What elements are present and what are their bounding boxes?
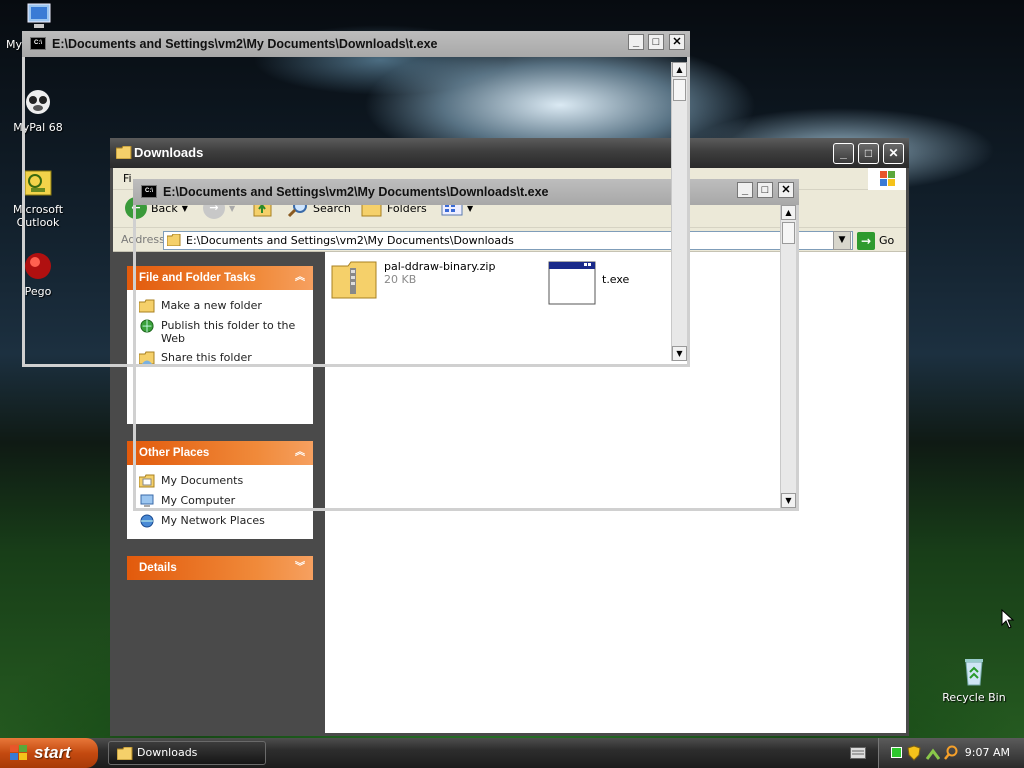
security-shield-icon[interactable]	[907, 745, 921, 761]
taskbar-item-downloads[interactable]: Downloads	[108, 741, 266, 765]
windows-logo-icon	[868, 168, 906, 190]
recycle-bin-icon	[965, 659, 983, 686]
console-title-bar[interactable]: C:\ E:\Documents and Settings\vm2\My Doc…	[22, 31, 690, 57]
close-button[interactable]: ✕	[778, 182, 794, 198]
vertical-scrollbar[interactable]: ▲ ▼	[780, 205, 796, 508]
vertical-scrollbar[interactable]: ▲ ▼	[671, 62, 687, 361]
maximize-button[interactable]: □	[858, 143, 879, 164]
console-window-1: C:\ E:\Documents and Settings\vm2\My Doc…	[22, 31, 690, 367]
desktop-icon-label: Recycle Bin	[942, 691, 1006, 704]
folder-icon	[117, 747, 133, 760]
start-button[interactable]: start	[0, 738, 98, 768]
go-arrow-icon: →	[857, 231, 875, 250]
close-button[interactable]: ✕	[669, 34, 685, 50]
go-label: Go	[879, 234, 895, 247]
scroll-up-button[interactable]: ▲	[672, 62, 687, 77]
safely-remove-icon[interactable]	[925, 745, 941, 761]
place-my-network-places[interactable]: My Network Places	[127, 511, 313, 531]
details-header[interactable]: Details ︾	[127, 556, 313, 580]
scroll-up-button[interactable]: ▲	[781, 205, 796, 220]
console-title: E:\Documents and Settings\vm2\My Documen…	[52, 37, 438, 51]
mouse-cursor-icon	[1001, 609, 1015, 629]
go-button[interactable]: → Go	[857, 231, 894, 250]
minimize-button[interactable]: _	[833, 143, 854, 164]
system-tray: 9:07 AM	[878, 738, 1024, 768]
maximize-button[interactable]: □	[757, 182, 773, 198]
search-tray-icon[interactable]	[943, 745, 959, 761]
scroll-down-button[interactable]: ▼	[781, 493, 796, 508]
expand-icon[interactable]: ︾	[295, 556, 305, 580]
scroll-down-button[interactable]: ▼	[672, 346, 687, 361]
place-label: My Network Places	[161, 514, 265, 527]
minimize-button[interactable]: _	[628, 34, 644, 50]
network-places-icon	[140, 514, 154, 528]
panel-title: Details	[139, 562, 177, 574]
desktop-icon-recycle-bin[interactable]: Recycle Bin	[936, 656, 1012, 704]
scroll-thumb[interactable]	[782, 222, 795, 244]
taskbar-item-label: Downloads	[137, 746, 198, 759]
address-dropdown-button[interactable]: ▼	[833, 231, 851, 250]
console-icon: C:\	[30, 37, 46, 50]
windows-flag-icon	[10, 745, 27, 760]
minimize-button[interactable]: _	[737, 182, 753, 198]
maximize-button[interactable]: □	[648, 34, 664, 50]
my-computer-icon	[27, 3, 51, 28]
details-panel: Details ︾	[127, 556, 313, 580]
taskbar: start Downloads 9:07 AM	[0, 738, 1024, 768]
scroll-thumb[interactable]	[673, 79, 686, 101]
start-label: start	[34, 743, 71, 762]
network-status-icon[interactable]	[891, 747, 902, 758]
keyboard-icon[interactable]	[850, 747, 866, 759]
clock[interactable]: 9:07 AM	[965, 738, 1010, 768]
desktop-icon-label: My	[6, 38, 23, 51]
close-button[interactable]: ✕	[883, 143, 904, 164]
